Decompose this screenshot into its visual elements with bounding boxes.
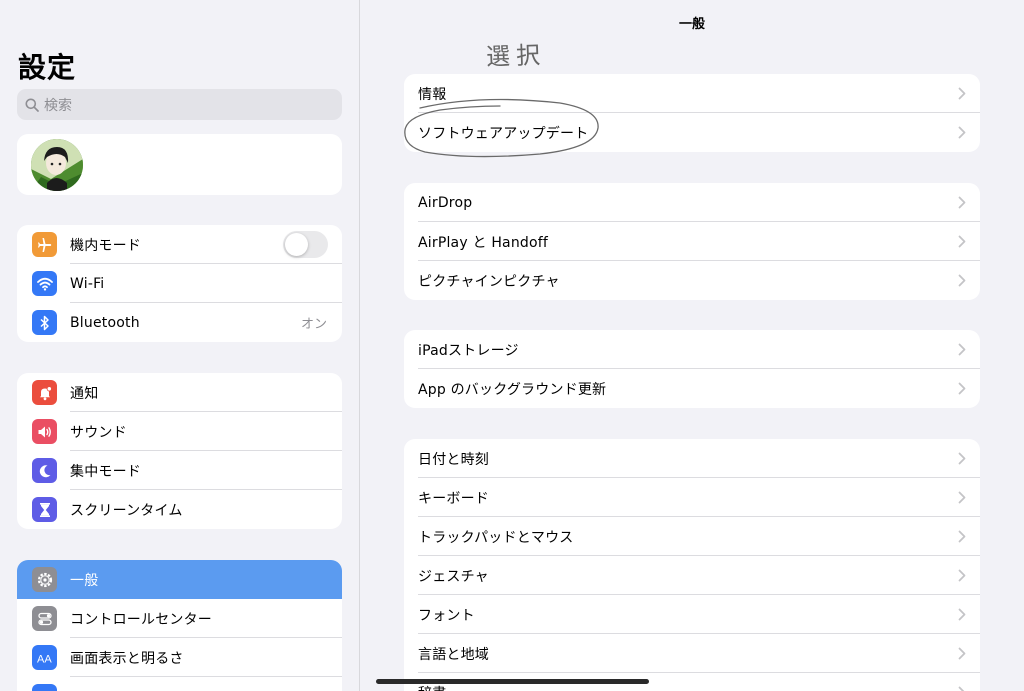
chevron-right-icon bbox=[958, 274, 966, 287]
chevron-right-icon bbox=[958, 686, 965, 691]
general-item-keyboard[interactable]: キーボード bbox=[404, 478, 980, 517]
sidebar-item-sounds[interactable]: サウンド bbox=[17, 412, 342, 451]
sidebar-item-label: 機内モード bbox=[70, 237, 141, 254]
chevron-right-icon bbox=[958, 343, 966, 356]
sidebar-item-airplane-mode[interactable]: 機内モード bbox=[17, 225, 342, 264]
chevron-right-icon bbox=[958, 382, 966, 395]
sidebar-item-display[interactable]: AA 画面表示と明るさ bbox=[17, 638, 342, 677]
sidebar-item-label: 集中モード bbox=[70, 463, 141, 480]
sidebar-item-wifi[interactable]: Wi-Fi bbox=[17, 264, 342, 303]
profile-card[interactable] bbox=[17, 134, 342, 195]
chevron-right-icon bbox=[958, 530, 966, 543]
wifi-icon bbox=[32, 271, 57, 296]
general-item-label: 日付と時刻 bbox=[418, 451, 489, 468]
svg-text:AA: AA bbox=[37, 653, 52, 664]
sidebar-group-general: 一般 コントロールセンター AA 画面表示と明るさ bbox=[17, 560, 342, 691]
general-item-language-region[interactable]: 言語と地域 bbox=[404, 634, 980, 673]
sidebar-item-partial[interactable] bbox=[17, 677, 342, 691]
chevron-right-icon bbox=[958, 196, 966, 209]
sidebar-item-label: Bluetooth bbox=[70, 314, 140, 331]
sidebar-item-bluetooth[interactable]: Bluetooth オン bbox=[17, 303, 342, 342]
general-item-label: ピクチャインピクチャ bbox=[418, 273, 560, 290]
bluetooth-icon bbox=[32, 310, 57, 335]
sidebar-item-label: 通知 bbox=[70, 385, 99, 402]
sidebar-item-label: サウンド bbox=[70, 424, 127, 441]
gear-icon bbox=[32, 567, 57, 592]
search-icon bbox=[25, 98, 39, 112]
general-item-label: トラックパッドとマウス bbox=[418, 529, 574, 546]
general-item-label: フォント bbox=[418, 607, 475, 624]
airplane-mode-toggle[interactable] bbox=[283, 231, 328, 258]
sound-icon bbox=[32, 419, 57, 444]
sidebar-item-general[interactable]: 一般 bbox=[17, 560, 342, 599]
chevron-right-icon bbox=[958, 235, 966, 248]
control-center-icon bbox=[32, 606, 57, 631]
chevron-right-icon bbox=[958, 491, 966, 504]
airplane-icon bbox=[32, 232, 57, 257]
general-item-label: ジェスチャ bbox=[418, 568, 489, 585]
sidebar-title: 設定 bbox=[18, 51, 77, 84]
general-item-airplay-handoff[interactable]: AirPlay と Handoff bbox=[404, 222, 980, 261]
general-item-label: AirDrop bbox=[418, 194, 473, 211]
sidebar-item-label: コントロールセンター bbox=[70, 611, 212, 628]
general-item-airdrop[interactable]: AirDrop bbox=[404, 183, 980, 222]
general-item-date-time[interactable]: 日付と時刻 bbox=[404, 439, 980, 478]
general-item-label: キーボード bbox=[418, 490, 489, 507]
hourglass-icon bbox=[32, 497, 57, 522]
bluetooth-status: オン bbox=[300, 317, 327, 332]
sidebar-item-screen-time[interactable]: スクリーンタイム bbox=[17, 490, 342, 529]
notification-icon bbox=[32, 380, 57, 405]
general-group-storage: iPadストレージ App のバックグラウンド更新 bbox=[404, 330, 980, 408]
general-item-label: iPadストレージ bbox=[418, 342, 519, 359]
page-title: 一般 bbox=[678, 17, 705, 32]
display-icon: AA bbox=[32, 645, 57, 670]
home-screen-icon bbox=[32, 684, 57, 691]
sidebar-item-label: Wi-Fi bbox=[70, 275, 105, 292]
general-group-datetime: 日付と時刻 キーボード トラックパッドとマウス ジェスチャ フォント 言語と地域… bbox=[404, 439, 980, 691]
chevron-right-icon bbox=[958, 608, 966, 621]
chevron-right-icon bbox=[958, 569, 966, 582]
handwritten-annotation: 選択 bbox=[485, 40, 547, 72]
sidebar-item-label: スクリーンタイム bbox=[70, 502, 183, 519]
sidebar-item-label: 一般 bbox=[70, 572, 99, 589]
general-item-label: AirPlay と Handoff bbox=[418, 234, 549, 251]
moon-icon bbox=[32, 458, 57, 483]
general-item-background-refresh[interactable]: App のバックグラウンド更新 bbox=[404, 369, 980, 408]
home-indicator[interactable] bbox=[376, 679, 649, 684]
sidebar-group-connectivity: 機内モード Wi-Fi Bluetooth オン bbox=[17, 225, 342, 342]
search-field[interactable]: 検索 bbox=[17, 89, 342, 120]
search-placeholder: 検索 bbox=[44, 97, 72, 114]
sidebar-group-notifications: 通知 サウンド 集中モード スクリーンタイム bbox=[17, 373, 342, 529]
chevron-right-icon bbox=[958, 87, 966, 100]
general-item-gestures[interactable]: ジェスチャ bbox=[404, 556, 980, 595]
general-item-label: App のバックグラウンド更新 bbox=[418, 381, 607, 398]
sidebar-item-notifications[interactable]: 通知 bbox=[17, 373, 342, 412]
general-item-trackpad-mouse[interactable]: トラックパッドとマウス bbox=[404, 517, 980, 556]
sidebar-item-label: 画面表示と明るさ bbox=[70, 650, 184, 667]
chevron-right-icon bbox=[958, 452, 966, 465]
general-group-airdrop: AirDrop AirPlay と Handoff ピクチャインピクチャ bbox=[404, 183, 980, 300]
chevron-right-icon bbox=[958, 647, 966, 660]
chevron-right-icon bbox=[958, 126, 966, 139]
sidebar-item-control-center[interactable]: コントロールセンター bbox=[17, 599, 342, 638]
general-item-fonts[interactable]: フォント bbox=[404, 595, 980, 634]
avatar bbox=[31, 139, 83, 191]
general-item-label: 言語と地域 bbox=[418, 646, 489, 663]
general-item-ipad-storage[interactable]: iPadストレージ bbox=[404, 330, 980, 369]
sidebar-item-focus[interactable]: 集中モード bbox=[17, 451, 342, 490]
sidebar: 設定 検索 機内モード Wi-Fi Bluetooth オン 通知 サウンド 集… bbox=[0, 0, 360, 691]
general-item-picture-in-picture[interactable]: ピクチャインピクチャ bbox=[404, 261, 980, 300]
handwritten-circle-annotation bbox=[404, 98, 599, 158]
